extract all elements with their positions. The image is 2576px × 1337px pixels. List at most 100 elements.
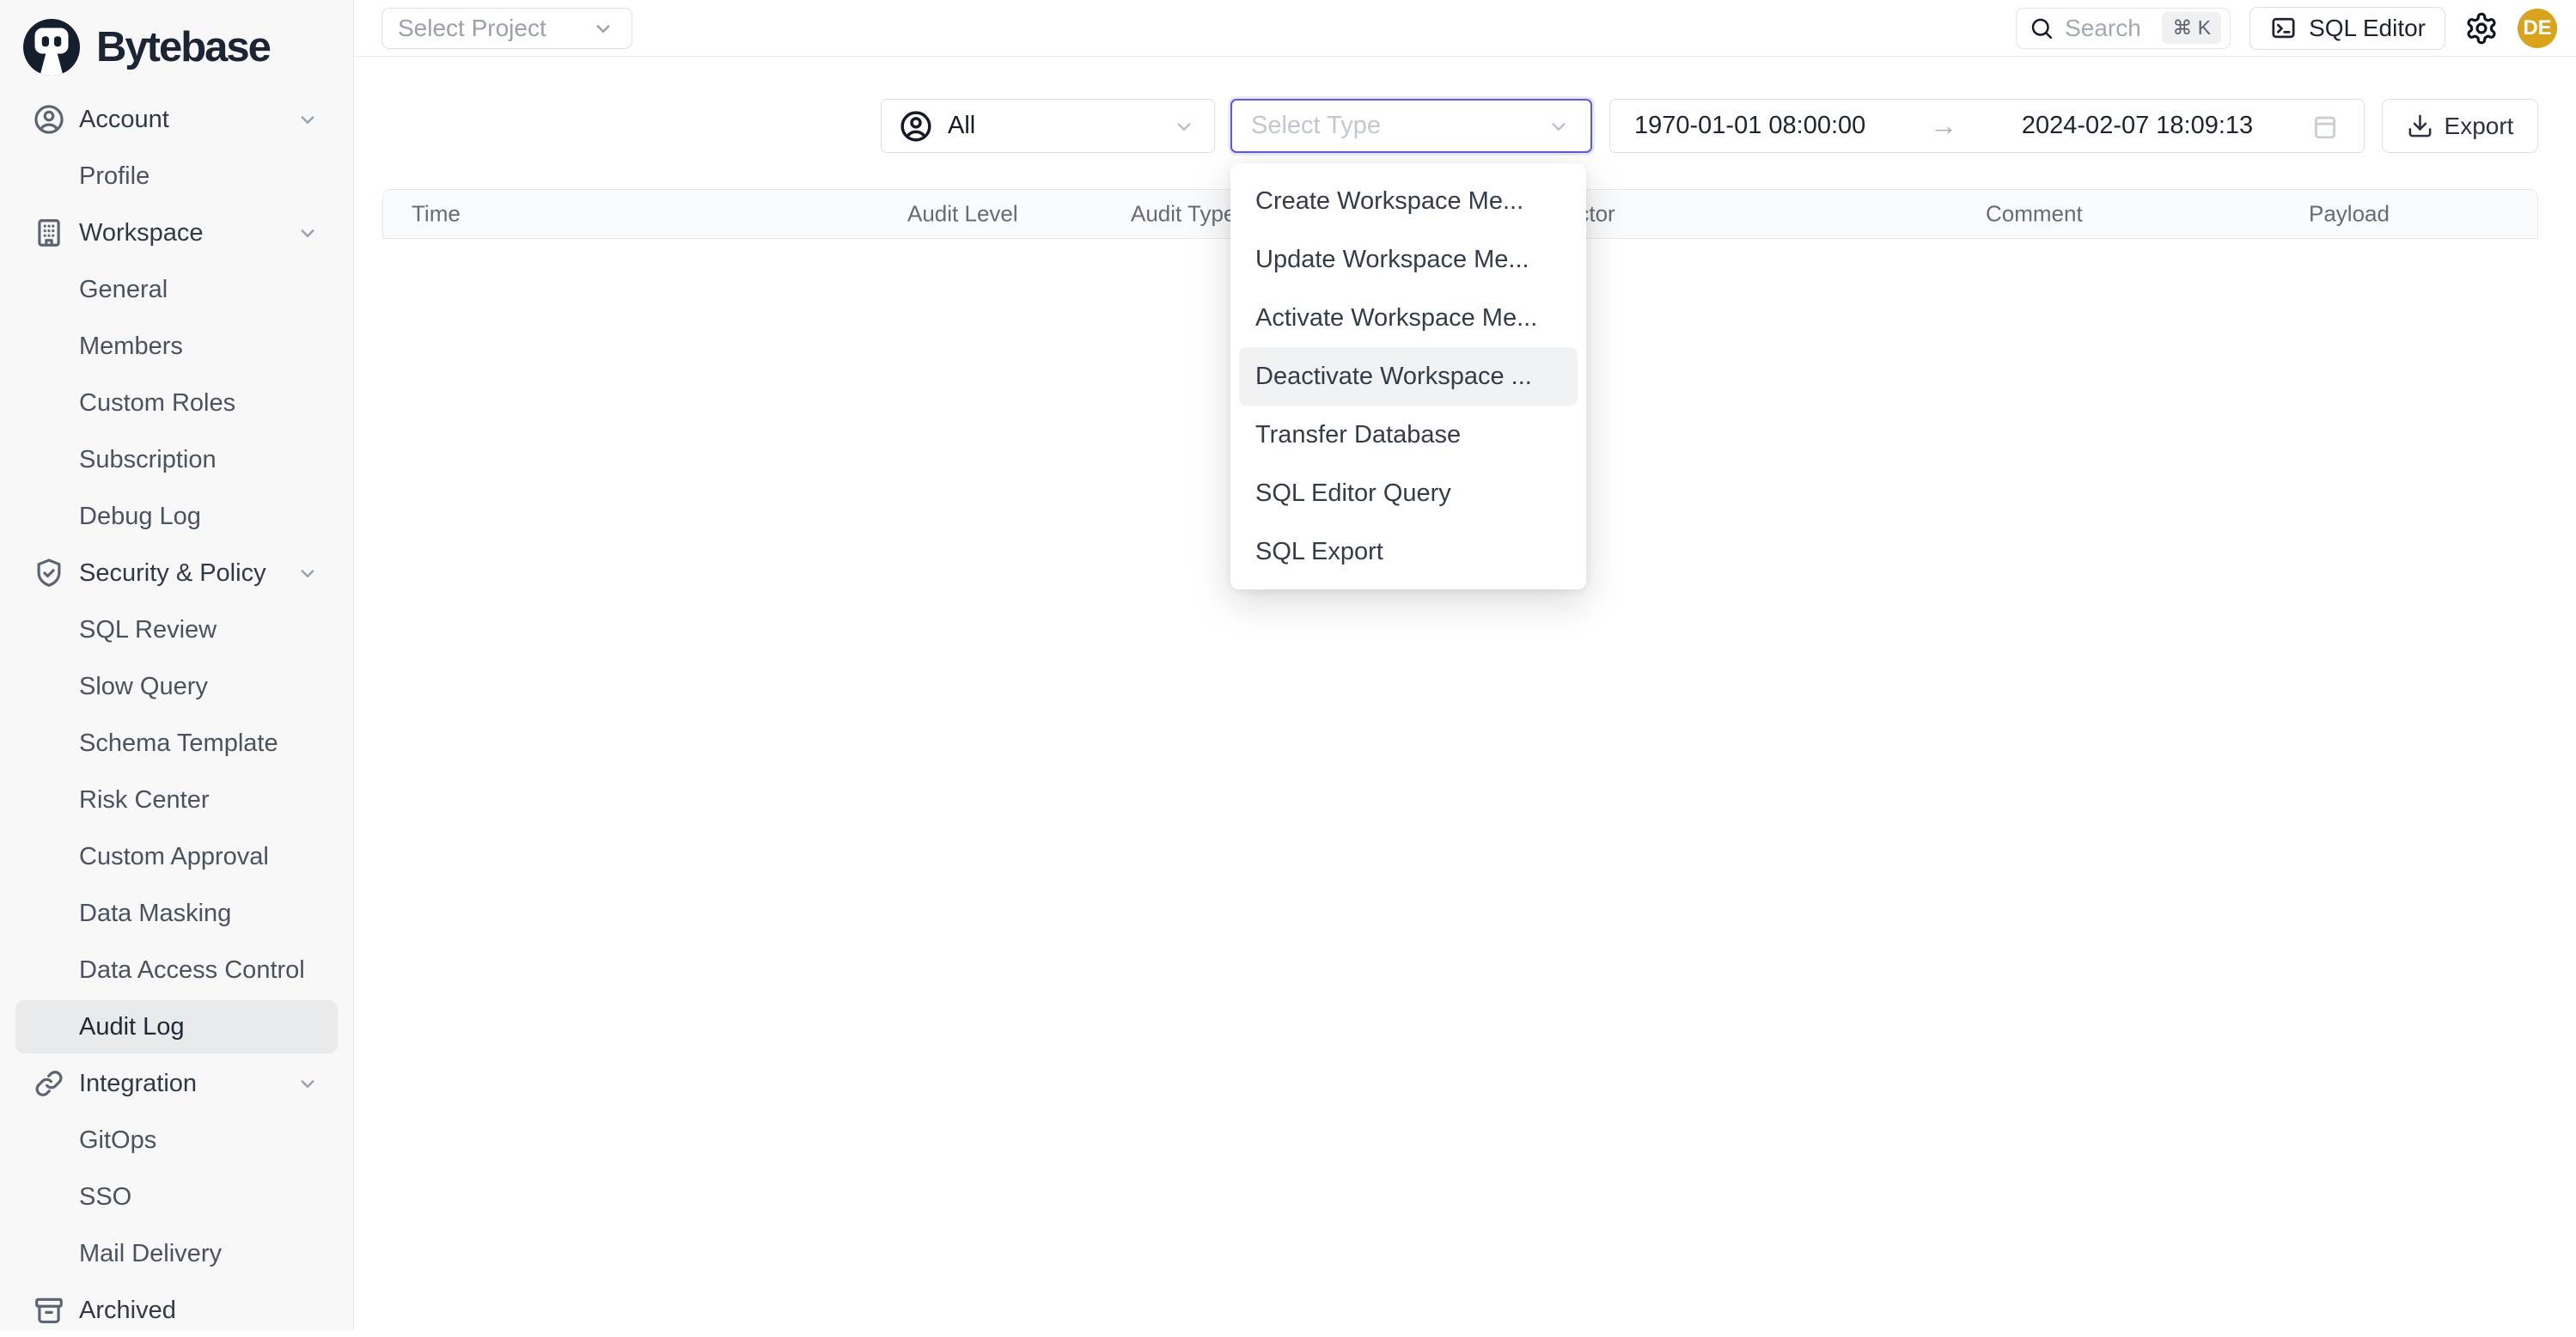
building-icon [33,217,65,249]
download-icon [2407,113,2433,139]
column-header-audit-level: Audit Level [907,201,1018,228]
sidebar-item-label: Risk Center [79,786,210,815]
sidebar-item-custom-roles[interactable]: Custom Roles [15,376,338,430]
sidebar-item-account[interactable]: Account [15,93,338,146]
menu-option-deactivate-workspace[interactable]: Deactivate Workspace ... [1239,347,1578,406]
sidebar-item-audit-log[interactable]: Audit Log [15,1000,338,1053]
date-end-value: 2024-02-07 18:09:13 [2022,112,2253,140]
sidebar-item-custom-approval[interactable]: Custom Approval [15,830,338,883]
menu-option-update-workspace-me[interactable]: Update Workspace Me... [1239,230,1578,289]
type-filter-placeholder: Select Type [1251,112,1381,140]
menu-option-activate-workspace-me[interactable]: Activate Workspace Me... [1239,289,1578,347]
link-icon [33,1067,65,1100]
chevron-down-icon [1171,113,1197,139]
sidebar-nav: Account Profile Workspace General Members Cus… [0,93,353,1337]
menu-option-sql-editor-query[interactable]: SQL Editor Query [1239,464,1578,522]
export-label: Export [2445,113,2514,140]
sidebar-item-label: Account [79,106,169,134]
sidebar-item-label: Members [79,333,183,361]
sidebar-item-data-masking[interactable]: Data Masking [15,887,338,940]
chevron-down-icon [295,220,320,246]
calendar-icon [2310,112,2340,141]
type-filter-menu: Create Workspace Me...Update Workspace M… [1230,163,1586,589]
sidebar-item-members[interactable]: Members [15,320,338,373]
search-placeholder: Search [2065,15,2152,42]
sidebar-item-archived[interactable]: Archived [15,1284,338,1337]
sidebar-item-label: Schema Template [79,730,278,758]
search-icon [2029,15,2054,41]
sidebar-item-label: Slow Query [79,673,208,701]
main-area: Select Project Search ⌘ K SQL Editor DE … [354,0,2576,1330]
sidebar-item-label: Data Access Control [79,956,305,985]
sidebar-item-security-policy[interactable]: Security & Policy [15,546,338,600]
sql-editor-button[interactable]: SQL Editor [2249,7,2445,50]
column-header-payload: Payload [2309,201,2390,228]
user-circle-icon [33,103,65,136]
sidebar-item-schema-template[interactable]: Schema Template [15,717,338,770]
sidebar-item-label: Audit Log [79,1013,185,1041]
topbar: Select Project Search ⌘ K SQL Editor DE [354,0,2576,57]
sidebar-item-label: Archived [79,1297,176,1325]
export-button[interactable]: Export [2382,99,2538,153]
sidebar-item-label: Integration [79,1070,197,1098]
chevron-down-icon [1546,113,1572,139]
chevron-down-icon [295,1071,320,1096]
terminal-icon [2269,14,2298,42]
arrow-right-icon: → [1923,110,1964,142]
sidebar-item-slow-query[interactable]: Slow Query [15,660,338,713]
sidebar-item-label: Custom Approval [79,843,269,871]
sidebar-item-general[interactable]: General [15,263,338,316]
sidebar-item-label: SSO [79,1183,131,1212]
sidebar-item-label: Security & Policy [79,559,266,588]
menu-option-transfer-database[interactable]: Transfer Database [1239,406,1578,464]
project-select[interactable]: Select Project [382,8,632,49]
sidebar-item-risk-center[interactable]: Risk Center [15,773,338,827]
column-header-time: Time [412,201,461,228]
type-filter-select[interactable]: Select Type [1230,99,1592,153]
sql-editor-label: SQL Editor [2309,15,2426,42]
column-header-audit-type: Audit Type [1131,201,1236,228]
sidebar-item-label: Workspace [79,219,204,247]
bytebase-logo-icon [21,16,82,78]
sidebar-item-subscription[interactable]: Subscription [15,433,338,486]
sidebar-item-integration[interactable]: Integration [15,1057,338,1110]
sidebar-item-label: General [79,276,168,304]
sidebar-item-mail-delivery[interactable]: Mail Delivery [15,1227,338,1280]
sidebar-item-gitops[interactable]: GitOps [15,1114,338,1167]
brand-wordmark: Bytebase [96,23,270,71]
project-select-value: Select Project [398,15,546,42]
sidebar: Bytebase Account Profile Workspace General M… [0,0,354,1330]
sidebar-item-profile[interactable]: Profile [15,150,338,203]
person-circle-icon [899,109,933,143]
actor-filter-value: All [948,112,975,140]
sidebar-item-label: Debug Log [79,503,201,531]
gear-icon[interactable] [2464,11,2499,46]
menu-option-create-workspace-me[interactable]: Create Workspace Me... [1239,172,1578,230]
sidebar-item-sql-review[interactable]: SQL Review [15,603,338,656]
chevron-down-icon [590,15,616,41]
sidebar-item-label: Mail Delivery [79,1240,222,1268]
sidebar-item-label: Custom Roles [79,389,235,418]
sidebar-item-label: Profile [79,162,150,191]
sidebar-item-data-access-control[interactable]: Data Access Control [15,943,338,997]
chevron-down-icon [295,107,320,132]
date-range-picker[interactable]: 1970-01-01 08:00:00 → 2024-02-07 18:09:1… [1609,99,2365,153]
sidebar-item-workspace[interactable]: Workspace [15,206,338,259]
sidebar-item-label: Subscription [79,446,217,474]
topbar-right: Search ⌘ K SQL Editor DE [2016,7,2557,50]
avatar[interactable]: DE [2518,9,2557,48]
sidebar-item-label: GitOps [79,1126,156,1155]
sidebar-item-debug-log[interactable]: Debug Log [15,490,338,543]
archive-icon [33,1294,65,1327]
search-shortcut: ⌘ K [2162,12,2221,44]
sidebar-item-sso[interactable]: SSO [15,1170,338,1224]
column-header-comment: Comment [1986,201,2083,228]
menu-option-sql-export[interactable]: SQL Export [1239,522,1578,581]
actor-filter-select[interactable]: All [881,99,1215,153]
sidebar-item-label: Data Masking [79,900,231,928]
shield-check-icon [33,557,65,589]
chevron-down-icon [295,560,320,586]
sidebar-item-label: SQL Review [79,616,217,644]
date-start-value: 1970-01-01 08:00:00 [1634,112,1865,140]
search-input[interactable]: Search ⌘ K [2016,8,2231,49]
